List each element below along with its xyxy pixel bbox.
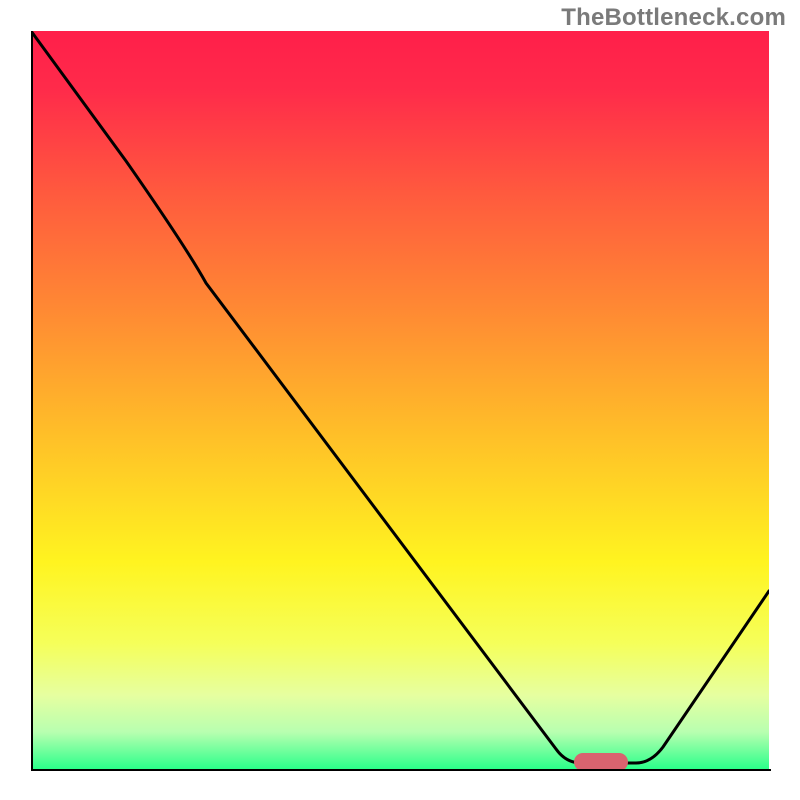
plot-area: [31, 31, 769, 769]
watermark-text: TheBottleneck.com: [561, 4, 786, 32]
x-axis-line: [31, 769, 771, 771]
optimal-marker: [574, 753, 628, 769]
bottleneck-curve: [31, 31, 769, 769]
y-axis-line: [31, 31, 33, 771]
